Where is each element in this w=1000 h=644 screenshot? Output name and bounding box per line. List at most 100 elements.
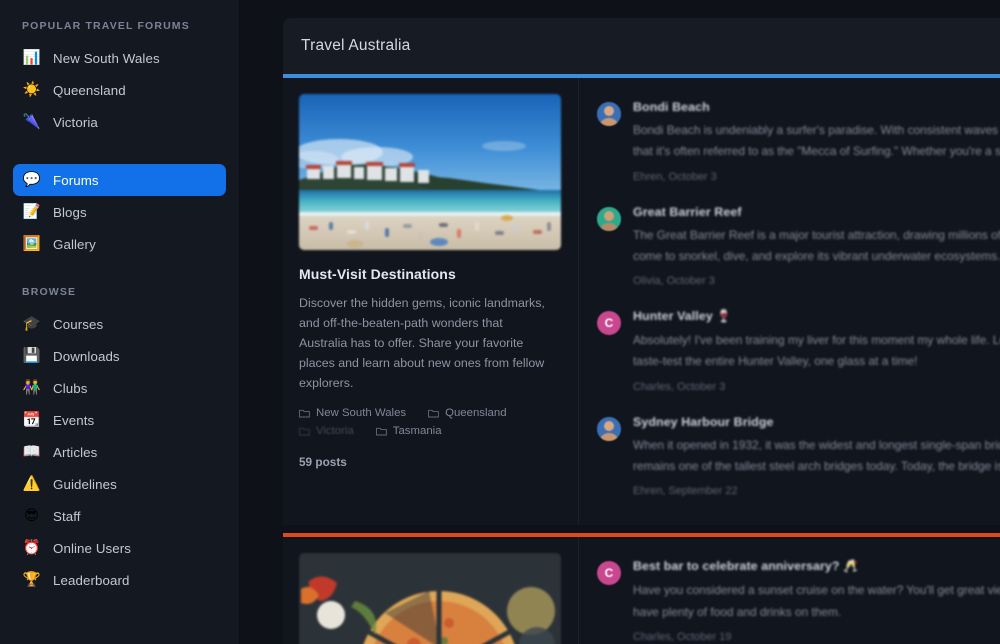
post-title[interactable]: Hunter Valley 🍷: [633, 309, 1000, 324]
sidebar-item-label: Downloads: [53, 348, 120, 364]
forum-card-second: C Best bar to celebrate anniversary? 🥂 H…: [283, 533, 1000, 644]
tag-victoria[interactable]: Victoria: [299, 425, 354, 437]
tag-label: Tasmania: [392, 425, 442, 438]
floppy-disk-icon: 💾: [22, 347, 41, 364]
sidebar-item-gallery[interactable]: 🖼️ Gallery: [13, 228, 226, 260]
tag-tasmania[interactable]: Tasmania: [375, 425, 442, 438]
tag-queensland[interactable]: Queensland: [428, 407, 507, 419]
folder-icon: [428, 409, 439, 418]
bondi-beach-photo[interactable]: [299, 94, 561, 250]
post-meta: Charles, October 3: [633, 380, 726, 393]
topic-description: Discover the hidden gems, iconic landmar…: [299, 296, 545, 391]
sidebar-item-label: Guidelines: [53, 476, 117, 492]
user-photo-icon: [597, 416, 621, 441]
tag-new-south-wales[interactable]: New South Wales: [299, 407, 406, 419]
sidebar-item-label: Leaderboard: [53, 572, 130, 588]
main-content: Travel Australia Must-Visit Destinations…: [240, 0, 1000, 644]
topic-summary-column: Must-Visit Destinations Discover the hid…: [283, 78, 579, 526]
pizza-photo[interactable]: [299, 553, 561, 644]
sidebar-browse-list: 🎓 Courses 💾 Downloads 👫 Clubs 📆 Events 📖…: [0, 308, 239, 596]
sidebar-item-downloads[interactable]: 💾 Downloads: [13, 340, 226, 372]
post-snippet-line2: remains one of the tallest steel arch br…: [633, 458, 1000, 473]
sidebar-item-label: Events: [53, 412, 95, 428]
barchart-icon: 📊: [22, 49, 41, 66]
post-meta: Ehren, September 22: [633, 485, 738, 498]
avatar-initial: C: [604, 566, 614, 581]
sidebar-item-courses[interactable]: 🎓 Courses: [13, 308, 226, 340]
post-snippet-line1: Absolutely! I've been training my liver …: [633, 333, 1000, 348]
post-snippet-line1: The Great Barrier Reef is a major touris…: [633, 227, 1000, 242]
card-body: Must-Visit Destinations Discover the hid…: [283, 78, 1000, 526]
folder-icon: [299, 427, 310, 436]
sidebar-item-label: Forums: [53, 172, 99, 188]
avatar[interactable]: C: [597, 561, 621, 586]
sidebar-item-victoria[interactable]: 🌂 Victoria: [13, 106, 226, 138]
sidebar-item-label: Blogs: [53, 204, 87, 220]
list-item[interactable]: C Best bar to celebrate anniversary? 🥂 H…: [597, 551, 1000, 644]
post-count: 59 posts: [299, 455, 347, 470]
avatar[interactable]: C: [597, 311, 621, 336]
sidebar-item-leaderboard[interactable]: 🏆 Leaderboard: [13, 564, 226, 596]
sidebar-item-guidelines[interactable]: ⚠️ Guidelines: [13, 468, 226, 500]
post-title[interactable]: Best bar to celebrate anniversary? 🥂: [633, 559, 1000, 574]
sidebar: POPULAR TRAVEL FORUMS 📊 New South Wales …: [0, 0, 240, 644]
avatar[interactable]: [597, 206, 621, 231]
trophy-icon: 🏆: [22, 571, 41, 588]
avatar[interactable]: [597, 102, 621, 126]
sidebar-item-articles[interactable]: 📖 Articles: [13, 436, 226, 468]
topic-title[interactable]: Must-Visit Destinations: [299, 266, 560, 282]
forum-card-travel-australia: Travel Australia Must-Visit Destinations…: [283, 18, 1000, 526]
post-title[interactable]: Great Barrier Reef: [633, 205, 1000, 219]
post-body: Bondi Beach Bondi Beach is undeniably a …: [633, 100, 1000, 183]
post-title[interactable]: Sydney Harbour Bridge: [633, 415, 1000, 429]
sidebar-item-new-south-wales[interactable]: 📊 New South Wales: [13, 42, 226, 74]
post-body: Sydney Harbour Bridge When it opened in …: [633, 415, 1000, 498]
post-snippet-line1: Have you considered a sunset cruise on t…: [633, 583, 1000, 598]
recent-posts-list: C Best bar to celebrate anniversary? 🥂 H…: [579, 537, 1000, 644]
user-photo-icon: [597, 206, 621, 231]
sidebar-item-label: Clubs: [53, 380, 88, 396]
umbrella-rain-icon: 🌂: [22, 113, 41, 130]
post-meta: Charles, October 19: [633, 630, 732, 643]
graduation-icon: 🎓: [22, 315, 41, 332]
sidebar-item-queensland[interactable]: ☀️ Queensland: [13, 74, 226, 106]
sidebar-item-label: Queensland: [53, 82, 126, 98]
post-snippet-line2: taste-test the entire Hunter Valley, one…: [633, 354, 918, 369]
sidebar-item-online-users[interactable]: ⏰ Online Users: [13, 532, 226, 564]
post-snippet-line2: have plenty of food and drinks on them.: [633, 604, 842, 619]
folder-icon: [375, 427, 387, 436]
tag-label: Victoria: [316, 425, 354, 438]
post-body: Best bar to celebrate anniversary? 🥂 Hav…: [633, 559, 1000, 643]
page-title: Travel Australia: [301, 37, 411, 54]
avatar-initial: C: [604, 316, 614, 331]
topic-tag-row: New South Wales Queensland Victoria Tasm…: [299, 407, 557, 437]
cool-face-icon: 😎: [23, 507, 40, 524]
sidebar-section-browse-label: BROWSE: [22, 286, 77, 298]
tag-label: New South Wales: [316, 407, 407, 420]
sidebar-section-popular-label: POPULAR TRAVEL FORUMS: [22, 20, 190, 32]
list-item[interactable]: Sydney Harbour Bridge When it opened in …: [597, 407, 1000, 512]
avatar[interactable]: [597, 416, 621, 441]
people-icon: 👫: [22, 379, 41, 396]
post-snippet-line2: come to snorkel, dive, and explore its v…: [633, 248, 1000, 263]
sidebar-item-events[interactable]: 📆 Events: [13, 404, 226, 436]
list-item[interactable]: Great Barrier Reef The Great Barrier Ree…: [597, 197, 1000, 302]
speech-balloon-icon: 💬: [22, 171, 41, 188]
app-root: POPULAR TRAVEL FORUMS 📊 New South Wales …: [0, 0, 1000, 644]
sun-icon: ☀️: [22, 81, 41, 98]
sidebar-item-blogs[interactable]: 📝 Blogs: [13, 196, 226, 228]
alarm-clock-icon: ⏰: [22, 539, 41, 556]
sidebar-item-clubs[interactable]: 👫 Clubs: [13, 372, 226, 404]
post-body: Hunter Valley 🍷 Absolutely! I've been tr…: [633, 309, 1000, 393]
calendar-icon: 📆: [22, 411, 41, 428]
sidebar-item-staff[interactable]: 😎 Staff: [13, 500, 226, 532]
sidebar-item-forums[interactable]: 💬 Forums: [13, 164, 226, 196]
topic-summary-column: [283, 537, 579, 644]
sidebar-item-label: Courses: [53, 316, 104, 332]
post-title[interactable]: Bondi Beach: [633, 100, 1000, 114]
user-photo-icon: [597, 102, 621, 126]
list-item[interactable]: C Hunter Valley 🍷 Absolutely! I've been …: [597, 301, 1000, 407]
list-item[interactable]: Bondi Beach Bondi Beach is undeniably a …: [597, 92, 1000, 197]
memo-icon: 📝: [22, 203, 41, 220]
